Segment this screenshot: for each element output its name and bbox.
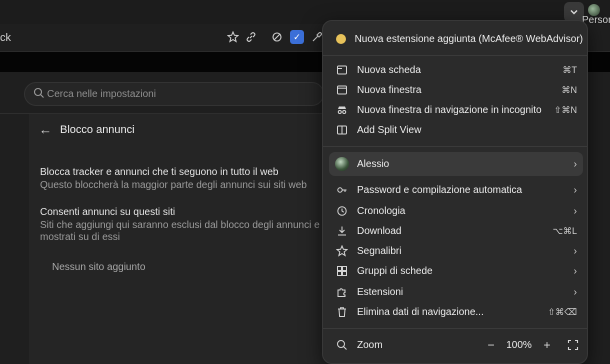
empty-sites-text: Nessun sito aggiunto xyxy=(52,262,146,273)
avatar xyxy=(335,157,349,171)
chevron-right-icon: › xyxy=(573,286,577,298)
page-title: Blocco annunci xyxy=(60,124,135,136)
menu-item-clear-data[interactable]: Elimina dati di navigazione... ⇧⌘⌫ xyxy=(329,302,583,322)
incognito-icon xyxy=(335,103,349,117)
block-trackers-title[interactable]: Blocca tracker e annunci che ti seguono … xyxy=(40,167,278,178)
new-window-shortcut: ⌘N xyxy=(561,84,578,95)
mcafee-extension-icon[interactable]: ✓ xyxy=(290,30,304,44)
downloads-shortcut: ⌥⌘L xyxy=(552,225,577,236)
extension-notice-item[interactable]: Nuova estensione aggiunta (McAfee® WebAd… xyxy=(329,29,583,49)
menu-item-split-view[interactable]: Add Split View xyxy=(329,120,583,140)
browser-menu: Nuova estensione aggiunta (McAfee® WebAd… xyxy=(322,20,588,364)
settings-search-input[interactable]: Cerca nelle impostazioni xyxy=(24,82,324,106)
extension-icon[interactable] xyxy=(270,30,284,44)
ad-block-panel: ← Blocco annunci Blocca tracker e annunc… xyxy=(29,114,363,364)
new-tab-label: Nuova scheda xyxy=(357,64,421,76)
new-window-icon xyxy=(335,83,349,97)
extension-notice-label: Nuova estensione aggiunta (McAfee® WebAd… xyxy=(354,33,583,45)
zoom-in-button[interactable]: + xyxy=(539,338,555,352)
zoom-icon xyxy=(335,338,349,352)
clear-data-shortcut: ⇧⌘⌫ xyxy=(547,306,577,317)
separator xyxy=(323,328,587,329)
tab-groups-label: Gruppi di schede xyxy=(357,265,433,277)
search-placeholder: Cerca nelle impostazioni xyxy=(47,89,156,100)
extension-dot-icon xyxy=(335,32,347,46)
bookmarks-label: Segnalibri xyxy=(357,245,402,257)
profile-name: Alessio xyxy=(357,158,390,170)
allow-ads-desc-line1: Siti che aggiungi qui saranno esclusi da… xyxy=(40,220,363,231)
chevron-down-icon xyxy=(570,10,578,15)
history-icon xyxy=(335,204,349,218)
menu-item-profile[interactable]: Alessio › xyxy=(329,152,583,176)
passwords-label: Password e compilazione automatica xyxy=(357,184,523,196)
allow-ads-desc-line2: mostrati su di essi xyxy=(40,232,121,243)
separator xyxy=(323,55,587,56)
address-bar-text[interactable]: ck xyxy=(0,32,11,44)
extensions-label: Estensioni xyxy=(357,286,404,298)
chevron-right-icon: › xyxy=(573,265,577,277)
clear-data-label: Elimina dati di navigazione... xyxy=(357,306,484,318)
menu-item-bookmarks[interactable]: Segnalibri › xyxy=(329,241,583,261)
zoom-label: Zoom xyxy=(357,339,383,351)
tab-search-button[interactable] xyxy=(564,2,584,22)
fullscreen-icon[interactable] xyxy=(567,339,579,351)
menu-item-extensions[interactable]: Estensioni › xyxy=(329,282,583,302)
allow-ads-title: Consenti annunci su questi siti xyxy=(40,207,176,218)
star-icon xyxy=(335,244,349,258)
new-window-label: Nuova finestra xyxy=(357,84,422,96)
downloads-label: Download xyxy=(357,225,402,237)
menu-item-new-window[interactable]: Nuova finestra ⌘N xyxy=(329,80,583,100)
search-icon xyxy=(33,87,44,98)
back-arrow-icon[interactable]: ← xyxy=(39,122,52,137)
new-tab-shortcut: ⌘T xyxy=(562,64,578,75)
download-icon xyxy=(335,224,349,238)
link-icon[interactable] xyxy=(244,30,258,44)
split-view-icon xyxy=(335,123,349,137)
key-icon xyxy=(335,183,349,197)
zoom-value: 100% xyxy=(506,339,532,351)
chevron-right-icon: › xyxy=(573,158,577,170)
menu-item-passwords[interactable]: Password e compilazione automatica › xyxy=(329,180,583,200)
menu-item-new-tab[interactable]: Nuova scheda ⌘T xyxy=(329,60,583,80)
menu-item-downloads[interactable]: Download ⌥⌘L xyxy=(329,221,583,241)
star-icon[interactable] xyxy=(226,30,240,44)
menu-item-history[interactable]: Cronologia › xyxy=(329,201,583,221)
trash-icon xyxy=(335,305,349,319)
incognito-shortcut: ⇧⌘N xyxy=(553,104,577,115)
incognito-label: Nuova finestra di navigazione in incogni… xyxy=(357,104,542,116)
block-trackers-desc: Questo bloccherà la maggior parte degli … xyxy=(40,180,307,191)
history-label: Cronologia xyxy=(357,205,406,217)
split-view-label: Add Split View xyxy=(357,124,422,136)
chevron-right-icon: › xyxy=(573,205,577,217)
new-tab-icon xyxy=(335,63,349,77)
zoom-out-button[interactable]: − xyxy=(483,338,499,352)
chevron-right-icon: › xyxy=(573,245,577,257)
chevron-right-icon: › xyxy=(573,184,577,196)
tab-groups-icon xyxy=(335,264,349,278)
separator xyxy=(323,146,587,147)
menu-item-incognito[interactable]: Nuova finestra di navigazione in incogni… xyxy=(329,100,583,120)
puzzle-icon xyxy=(335,285,349,299)
menu-item-tab-groups[interactable]: Gruppi di schede › xyxy=(329,261,583,281)
zoom-row: Zoom − 100% + xyxy=(329,334,583,356)
